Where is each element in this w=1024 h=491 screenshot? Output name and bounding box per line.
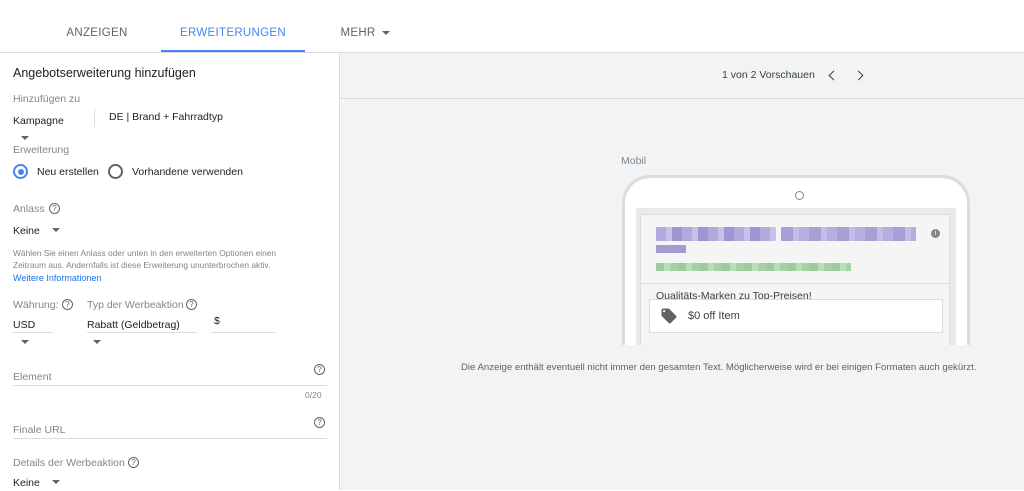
form-heading: Angebotserweiterung hinzufügen xyxy=(13,66,196,80)
radio-new-label[interactable]: Neu erstellen xyxy=(37,166,99,178)
radio-existing[interactable] xyxy=(108,164,123,179)
help-icon[interactable]: ? xyxy=(128,457,139,468)
tab-anzeigen[interactable]: ANZEIGEN xyxy=(40,0,154,52)
currency-label: Währung: xyxy=(13,299,59,311)
promo-details-value: Keine xyxy=(13,477,40,489)
add-to-dropdown[interactable]: Kampagne xyxy=(13,111,83,140)
help-icon[interactable]: ? xyxy=(62,299,73,310)
phone-screen: i Qualitäts-Marken zu Top-Preisen! $0 of… xyxy=(636,208,956,345)
chevron-down-icon xyxy=(381,30,390,35)
help-icon[interactable]: ? xyxy=(49,203,60,214)
radio-existing-label[interactable]: Vorhandene verwenden xyxy=(132,166,243,178)
blurred-url xyxy=(656,263,851,271)
radio-new[interactable] xyxy=(13,164,28,179)
campaign-name: DE | Brand + Fahrradtyp xyxy=(109,111,223,123)
chevron-down-icon xyxy=(93,339,101,344)
currency-underline xyxy=(13,332,53,333)
final-url-underline xyxy=(13,438,327,439)
chevron-left-icon xyxy=(828,70,839,81)
help-icon[interactable]: ? xyxy=(314,364,325,375)
chevron-right-icon xyxy=(853,70,864,81)
pager-text: 1 von 2 Vorschauen xyxy=(722,69,815,81)
item-counter: 0/20 xyxy=(305,390,322,400)
promo-type-dropdown[interactable]: Rabatt (Geldbetrag) xyxy=(87,315,197,344)
currency-value: USD xyxy=(13,319,36,331)
add-to-label: Hinzufügen zu xyxy=(13,93,81,105)
extension-label: Erweiterung xyxy=(13,144,70,156)
ad-preview: i Qualitäts-Marken zu Top-Preisen! $0 of… xyxy=(640,214,950,345)
tab-mehr[interactable]: MEHR xyxy=(330,0,400,52)
item-placeholder: Element xyxy=(13,371,52,383)
phone-mockup: i Qualitäts-Marken zu Top-Preisen! $0 of… xyxy=(622,175,970,345)
blurred-headline xyxy=(656,245,686,253)
preview-pager-bar: 1 von 2 Vorschauen xyxy=(340,53,1024,99)
chevron-down-icon xyxy=(52,227,61,232)
more-info-link[interactable]: Weitere Informationen xyxy=(13,273,101,283)
item-underline xyxy=(13,385,327,386)
blurred-headline xyxy=(656,227,776,241)
help-icon[interactable]: ? xyxy=(314,417,325,428)
extension-form-panel: Angebotserweiterung hinzufügen Hinzufüge… xyxy=(0,53,340,490)
phone-camera-icon xyxy=(795,191,804,200)
occasion-value: Keine xyxy=(13,225,40,237)
previous-button[interactable] xyxy=(824,65,842,85)
promo-details-dropdown[interactable]: Keine xyxy=(13,473,63,491)
chevron-down-icon xyxy=(21,135,29,140)
amount-input[interactable] xyxy=(226,315,274,331)
disclaimer-text: Die Anzeige enthält eventuell nicht imme… xyxy=(461,362,977,373)
occasion-help-line: Zeitraum aus. Andernfalls ist diese Erwe… xyxy=(13,260,271,270)
tab-anzeigen-label: ANZEIGEN xyxy=(66,27,128,39)
promo-type-value: Rabatt (Geldbetrag) xyxy=(87,319,180,331)
promo-offer: $0 off Item xyxy=(688,310,740,322)
tab-erweiterungen[interactable]: ERWEITERUNGEN xyxy=(161,0,305,52)
preview-panel: 1 von 2 Vorschauen Mobil i Qualitäts-Mar… xyxy=(340,53,1024,490)
add-to-value: Kampagne xyxy=(13,115,64,127)
top-tab-bar: ANZEIGEN ERWEITERUNGEN MEHR xyxy=(0,0,1024,53)
promo-type-underline xyxy=(87,332,197,333)
item-input[interactable]: Element xyxy=(13,367,327,387)
final-url-input[interactable]: Finale URL xyxy=(13,420,327,440)
occasion-label: Anlass xyxy=(13,203,45,215)
promo-offer-card: $0 off Item xyxy=(649,299,943,333)
chevron-down-icon xyxy=(21,339,29,344)
tab-mehr-label: MEHR xyxy=(340,27,376,39)
occasion-help-text: Wählen Sie einen Anlass oder unten in de… xyxy=(13,247,276,271)
tag-icon xyxy=(661,308,677,324)
device-label: Mobil xyxy=(621,155,647,167)
occasion-help-line: Wählen Sie einen Anlass oder unten in de… xyxy=(13,248,277,258)
help-icon[interactable]: ? xyxy=(186,299,197,310)
occasion-dropdown[interactable]: Keine xyxy=(13,221,63,239)
divider xyxy=(94,109,95,127)
promo-type-label: Typ der Werbeaktion xyxy=(87,299,184,311)
chevron-down-icon xyxy=(52,479,61,484)
currency-dropdown[interactable]: USD xyxy=(13,315,53,344)
final-url-placeholder: Finale URL xyxy=(13,424,66,436)
promo-details-label: Details der Werbeaktion xyxy=(13,457,125,469)
amount-underline xyxy=(211,332,275,333)
next-button[interactable] xyxy=(852,65,870,85)
info-icon: i xyxy=(931,229,940,238)
blurred-headline xyxy=(781,227,916,241)
divider xyxy=(641,283,949,284)
amount-prefix: $ xyxy=(214,315,220,327)
tab-erweiterungen-label: ERWEITERUNGEN xyxy=(180,27,286,39)
